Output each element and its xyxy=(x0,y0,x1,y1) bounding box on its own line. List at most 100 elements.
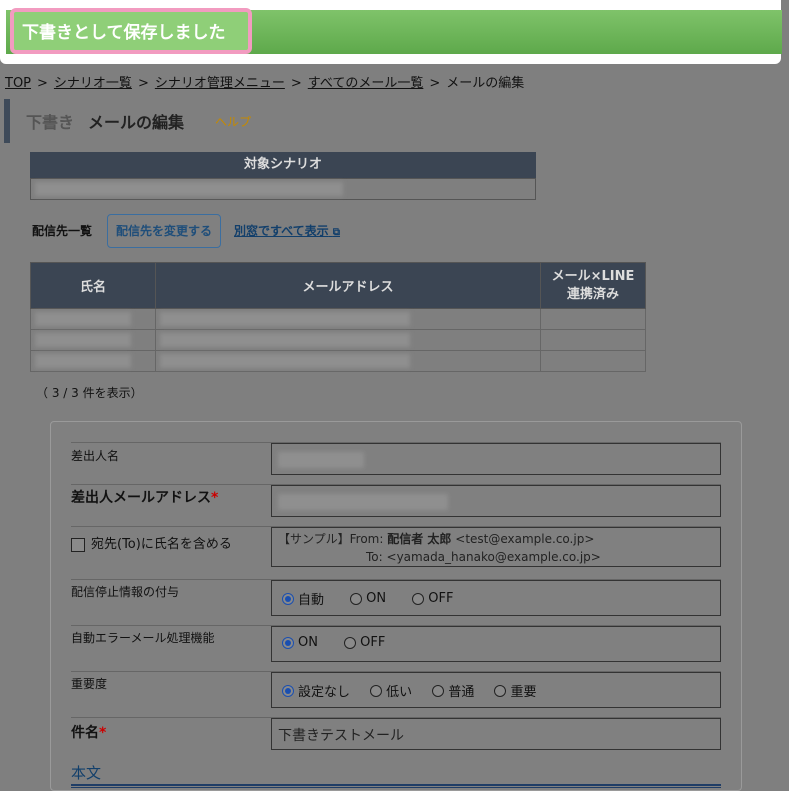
unsub-auto-radio[interactable]: 自動 xyxy=(282,589,324,608)
body-divider xyxy=(71,784,721,788)
error-off-radio[interactable]: OFF xyxy=(344,635,385,650)
breadcrumb-scenario-list[interactable]: シナリオ一覧 xyxy=(54,76,132,91)
sender-email-label-text: 差出人メールアドレス xyxy=(71,490,211,506)
priority-label: 重要度 xyxy=(71,677,108,691)
unsub-on-label: ON xyxy=(366,591,387,606)
name-cell xyxy=(30,308,156,330)
page-overlay: 下書きとして保存しました TOP > シナリオ一覧 > シナリオ管理メニュー > すべてのメ… xyxy=(0,0,789,791)
include-name-checkbox-label[interactable]: 宛先(To)に氏名を含める xyxy=(71,533,232,552)
unsubscribe-label: 配信停止情報の付与 xyxy=(71,585,180,599)
error-off-label: OFF xyxy=(360,635,386,650)
change-recipients-button[interactable]: 配信先を変更する xyxy=(107,214,221,248)
draft-label: 下書き xyxy=(26,113,75,132)
notice-message: 下書きとして保存しました xyxy=(22,23,226,43)
breadcrumb-separator: > xyxy=(429,76,441,91)
priority-high-label: 重要 xyxy=(510,685,537,700)
breadcrumb-scenario-menu[interactable]: シナリオ管理メニュー xyxy=(155,76,285,91)
recipients-table: 氏名 メールアドレス メール×LINE 連携済み xyxy=(30,262,646,372)
sender-name-label: 差出人名 xyxy=(71,449,120,463)
subject-label: 件名* xyxy=(71,722,106,742)
sender-email-field[interactable] xyxy=(271,485,721,517)
sample-prefix: 【サンプル】From: xyxy=(278,532,384,546)
sender-email-label: 差出人メールアドレス* xyxy=(71,487,218,507)
unsubscribe-options: 自動 ON OFF xyxy=(271,580,721,616)
column-email: メールアドレス xyxy=(155,262,541,309)
sample-address-box: 【サンプル】From: 配信者 太郎 <test@example.co.jp> … xyxy=(271,527,721,567)
redacted-name xyxy=(35,333,131,347)
radio-selected-icon xyxy=(282,592,294,605)
linked-cell xyxy=(540,350,646,372)
linked-cell xyxy=(540,329,646,351)
radio-icon xyxy=(432,684,445,697)
include-name-row: 宛先(To)に氏名を含める 【サンプル】From: 配信者 太郎 <test@e… xyxy=(71,526,721,576)
column-name: 氏名 xyxy=(30,262,156,309)
column-line-linked: メール×LINE 連携済み xyxy=(540,262,646,309)
priority-normal-radio[interactable]: 普通 xyxy=(432,681,474,700)
breadcrumb-top[interactable]: TOP xyxy=(5,76,31,91)
priority-low-label: 低い xyxy=(386,685,413,700)
notice-area: 下書きとして保存しました xyxy=(0,0,782,64)
priority-low-radio[interactable]: 低い xyxy=(370,681,412,700)
sample-to-label: To: xyxy=(366,550,383,564)
priority-none-label: 設定なし xyxy=(298,685,351,700)
scenario-header: 対象シナリオ xyxy=(30,152,536,178)
breadcrumb-separator: > xyxy=(37,76,48,91)
sender-name-row: 差出人名 xyxy=(71,442,721,482)
redacted-email xyxy=(160,312,410,326)
sample-to-addr: <yamada_hanako@example.co.jp> xyxy=(386,550,601,564)
page-title: メールの編集 xyxy=(88,113,185,132)
error-on-label: ON xyxy=(298,635,318,650)
sender-email-row: 差出人メールアドレス* xyxy=(71,484,721,526)
include-name-checkbox[interactable] xyxy=(71,537,85,552)
scenario-value xyxy=(30,178,536,200)
help-link[interactable]: ヘルプ xyxy=(215,113,251,130)
include-name-text: 宛先(To)に氏名を含める xyxy=(91,537,232,552)
email-cell xyxy=(155,308,541,330)
sample-to-line: To: <yamada_hanako@example.co.jp> xyxy=(278,548,714,566)
subject-row: 件名* 下書きテストメール xyxy=(71,717,721,757)
error-mail-label: 自動エラーメール処理機能 xyxy=(71,631,215,645)
table-row xyxy=(30,308,646,330)
unsubscribe-row: 配信停止情報の付与 自動 ON OFF xyxy=(71,579,721,625)
subject-input[interactable]: 下書きテストメール xyxy=(271,718,721,750)
required-mark: * xyxy=(211,490,219,506)
subject-label-text: 件名 xyxy=(71,725,99,741)
unsub-off-label: OFF xyxy=(428,591,454,606)
radio-selected-icon xyxy=(282,684,294,697)
redacted-email xyxy=(160,333,410,347)
radio-icon xyxy=(344,636,357,649)
error-on-radio[interactable]: ON xyxy=(282,635,318,650)
radio-selected-icon xyxy=(282,636,294,649)
priority-high-radio[interactable]: 重要 xyxy=(494,681,536,700)
show-all-window-link[interactable]: 別窓ですべて表示 ⧉ xyxy=(234,222,340,239)
mail-form-panel: 差出人名 差出人メールアドレス* 宛先(To)に氏名を含める 【サンプル】Fro… xyxy=(50,421,742,791)
breadcrumb-all-mail[interactable]: すべてのメール一覧 xyxy=(308,76,424,91)
body-label: 本文 xyxy=(71,764,102,782)
display-count: （ 3 / 3 件を表示） xyxy=(36,386,143,400)
error-mail-row: 自動エラーメール処理機能 ON OFF xyxy=(71,625,721,671)
breadcrumb-separator: > xyxy=(137,76,149,91)
breadcrumb: TOP > シナリオ一覧 > シナリオ管理メニュー > すべてのメール一覧 > メールの編集 xyxy=(5,72,524,91)
table-row xyxy=(30,350,646,372)
column-line-linked-line1: メール×LINE xyxy=(551,268,635,284)
redacted-name xyxy=(35,354,131,368)
redacted-scenario-name xyxy=(35,182,343,196)
email-cell xyxy=(155,350,541,372)
sample-from-addr: <test@example.co.jp> xyxy=(455,532,595,546)
unsub-on-radio[interactable]: ON xyxy=(350,591,386,606)
radio-icon xyxy=(370,684,383,697)
radio-icon xyxy=(350,592,363,605)
sample-from-line: 【サンプル】From: 配信者 太郎 <test@example.co.jp> xyxy=(278,530,714,548)
recipients-label: 配信先一覧 xyxy=(32,224,93,238)
unsub-off-radio[interactable]: OFF xyxy=(412,591,453,606)
priority-options: 設定なし 低い 普通 重要 xyxy=(271,672,721,708)
redacted-name xyxy=(35,312,131,326)
redacted-sender-name xyxy=(278,452,364,468)
redacted-sender-email xyxy=(278,494,448,510)
column-line-linked-line2: 連携済み xyxy=(566,286,619,302)
table-header-row: 氏名 メールアドレス メール×LINE 連携済み xyxy=(30,262,646,309)
priority-none-radio[interactable]: 設定なし xyxy=(282,681,350,700)
sender-name-field[interactable] xyxy=(271,443,721,475)
show-all-window-text: 別窓ですべて表示 xyxy=(234,224,329,238)
error-mail-options: ON OFF xyxy=(271,626,721,662)
